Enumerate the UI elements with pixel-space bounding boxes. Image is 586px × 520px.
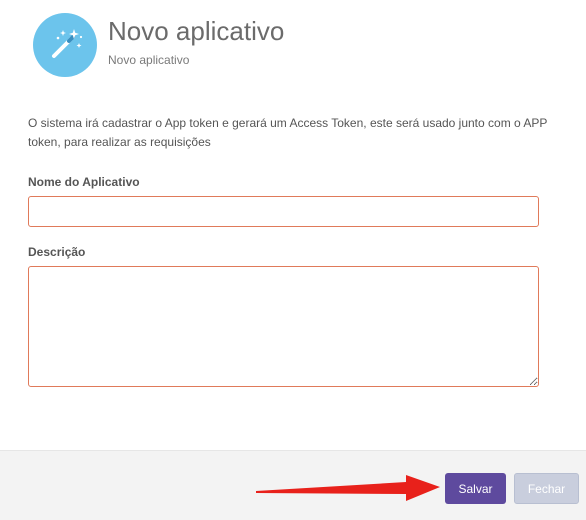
app-name-input[interactable]	[28, 196, 539, 227]
save-button[interactable]: Salvar	[445, 473, 506, 504]
form-description: O sistema irá cadastrar o App token e ge…	[28, 116, 548, 149]
app-name-label: Nome do Aplicativo	[28, 175, 140, 189]
magic-wand-icon	[33, 13, 97, 77]
modal-title: Novo aplicativo	[108, 16, 285, 46]
description-label: Descrição	[28, 245, 86, 259]
red-arrow-annotation	[256, 475, 440, 501]
modal-subtitle: Novo aplicativo	[108, 53, 190, 67]
close-button[interactable]: Fechar	[514, 473, 579, 504]
new-app-modal: Novo aplicativo Novo aplicativo O sistem…	[0, 0, 586, 520]
description-textarea[interactable]	[28, 266, 539, 387]
